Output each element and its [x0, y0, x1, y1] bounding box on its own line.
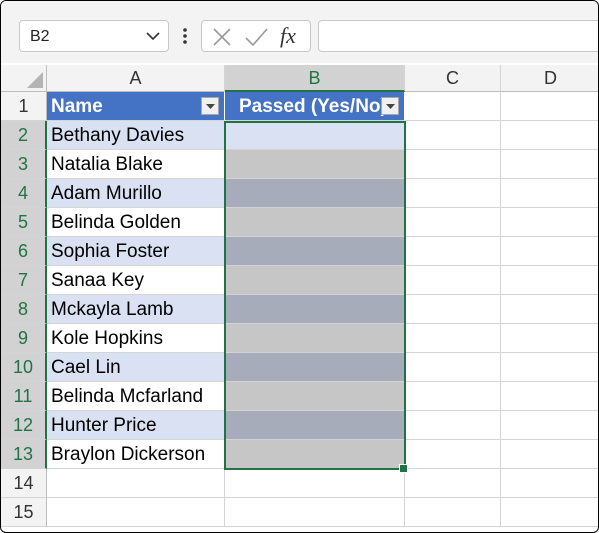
column-header-c[interactable]: C	[405, 65, 501, 92]
empty-cell[interactable]	[47, 469, 225, 498]
empty-cell[interactable]	[501, 498, 598, 527]
empty-cell[interactable]	[405, 469, 501, 498]
column-header-a[interactable]: A	[47, 65, 225, 92]
empty-cell[interactable]	[405, 382, 501, 411]
formula-actions: fx	[201, 20, 311, 52]
name-box-value: B2	[30, 28, 50, 45]
row-header-12[interactable]: 12	[1, 411, 47, 440]
cancel-icon[interactable]	[210, 25, 234, 49]
name-cell[interactable]: Sanaa Key	[47, 266, 225, 295]
passed-cell[interactable]	[225, 324, 405, 353]
more-options-icon[interactable]	[182, 27, 188, 45]
empty-cell[interactable]	[405, 353, 501, 382]
select-all-corner[interactable]	[1, 65, 47, 92]
empty-cell[interactable]	[405, 92, 501, 121]
passed-cell[interactable]	[225, 121, 405, 150]
empty-cell[interactable]	[405, 150, 501, 179]
formula-input[interactable]	[318, 20, 598, 52]
filter-dropdown-passed[interactable]	[381, 97, 399, 115]
fill-handle[interactable]	[399, 464, 408, 473]
name-cell[interactable]: Cael Lin	[47, 353, 225, 382]
empty-cell[interactable]	[501, 324, 598, 353]
dropdown-arrow-icon	[206, 104, 215, 109]
row-header-14[interactable]: 14	[1, 469, 47, 498]
empty-cell[interactable]	[501, 295, 598, 324]
empty-cell[interactable]	[501, 469, 598, 498]
formula-bar-row: B2 fx	[1, 1, 598, 63]
column-header-b[interactable]: B	[225, 65, 405, 92]
name-cell[interactable]: Hunter Price	[47, 411, 225, 440]
row-header-10[interactable]: 10	[1, 353, 47, 382]
empty-cell[interactable]	[47, 498, 225, 527]
row-header-2[interactable]: 2	[1, 121, 47, 150]
passed-cell[interactable]	[225, 179, 405, 208]
name-cell[interactable]: Natalia Blake	[47, 150, 225, 179]
name-cell[interactable]: Adam Murillo	[47, 179, 225, 208]
row-header-8[interactable]: 8	[1, 295, 47, 324]
header-label-name: Name	[51, 96, 103, 117]
dropdown-arrow-icon	[386, 104, 395, 109]
empty-cell[interactable]	[501, 179, 598, 208]
name-box[interactable]: B2	[19, 20, 169, 52]
empty-cell[interactable]	[501, 382, 598, 411]
empty-cell[interactable]	[501, 353, 598, 382]
name-cell[interactable]: Belinda Mcfarland	[47, 382, 225, 411]
column-header-d[interactable]: D	[501, 65, 598, 92]
empty-cell[interactable]	[501, 92, 598, 121]
empty-cell[interactable]	[501, 440, 598, 469]
name-cell[interactable]: Kole Hopkins	[47, 324, 225, 353]
row-header-13[interactable]: 13	[1, 440, 47, 469]
empty-cell[interactable]	[501, 208, 598, 237]
empty-cell[interactable]	[405, 440, 501, 469]
excel-window: B2 fx A B C D 1 Name Passed (Yes/No) 2 B…	[0, 0, 599, 533]
chevron-down-icon[interactable]	[146, 31, 160, 41]
row-header-4[interactable]: 4	[1, 179, 47, 208]
row-header-15[interactable]: 15	[1, 498, 47, 527]
insert-function-button[interactable]: fx	[280, 23, 296, 49]
empty-cell[interactable]	[405, 498, 501, 527]
row-header-7[interactable]: 7	[1, 266, 47, 295]
name-cell[interactable]: Belinda Golden	[47, 208, 225, 237]
empty-cell[interactable]	[405, 121, 501, 150]
name-cell[interactable]: Braylon Dickerson	[47, 440, 225, 469]
filter-dropdown-name[interactable]	[201, 97, 219, 115]
passed-cell[interactable]	[225, 382, 405, 411]
empty-cell[interactable]	[501, 150, 598, 179]
empty-cell[interactable]	[405, 179, 501, 208]
header-label-passed: Passed (Yes/No)	[239, 96, 387, 117]
name-cell[interactable]: Sophia Foster	[47, 237, 225, 266]
empty-cell[interactable]	[501, 266, 598, 295]
passed-cell[interactable]	[225, 411, 405, 440]
row-header-3[interactable]: 3	[1, 150, 47, 179]
empty-cell[interactable]	[405, 266, 501, 295]
name-cell[interactable]: Bethany Davies	[47, 121, 225, 150]
name-cell[interactable]: Mckayla Lamb	[47, 295, 225, 324]
select-all-icon	[27, 72, 43, 88]
row-header-1[interactable]: 1	[1, 92, 47, 121]
table-header-passed[interactable]: Passed (Yes/No)	[225, 92, 405, 121]
row-header-11[interactable]: 11	[1, 382, 47, 411]
passed-cell[interactable]	[225, 150, 405, 179]
passed-cell[interactable]	[225, 237, 405, 266]
empty-cell[interactable]	[225, 498, 405, 527]
enter-check-icon[interactable]	[244, 25, 268, 49]
passed-cell[interactable]	[225, 208, 405, 237]
passed-cell[interactable]	[225, 295, 405, 324]
table-header-name[interactable]: Name	[47, 92, 225, 121]
empty-cell[interactable]	[405, 237, 501, 266]
passed-cell[interactable]	[225, 266, 405, 295]
empty-cell[interactable]	[501, 237, 598, 266]
row-header-9[interactable]: 9	[1, 324, 47, 353]
empty-cell[interactable]	[405, 295, 501, 324]
empty-cell[interactable]	[405, 208, 501, 237]
empty-cell[interactable]	[405, 411, 501, 440]
empty-cell[interactable]	[501, 121, 598, 150]
passed-cell[interactable]	[225, 440, 405, 469]
passed-cell[interactable]	[225, 353, 405, 382]
row-header-6[interactable]: 6	[1, 237, 47, 266]
empty-cell[interactable]	[225, 469, 405, 498]
empty-cell[interactable]	[501, 411, 598, 440]
row-header-5[interactable]: 5	[1, 208, 47, 237]
empty-cell[interactable]	[405, 324, 501, 353]
